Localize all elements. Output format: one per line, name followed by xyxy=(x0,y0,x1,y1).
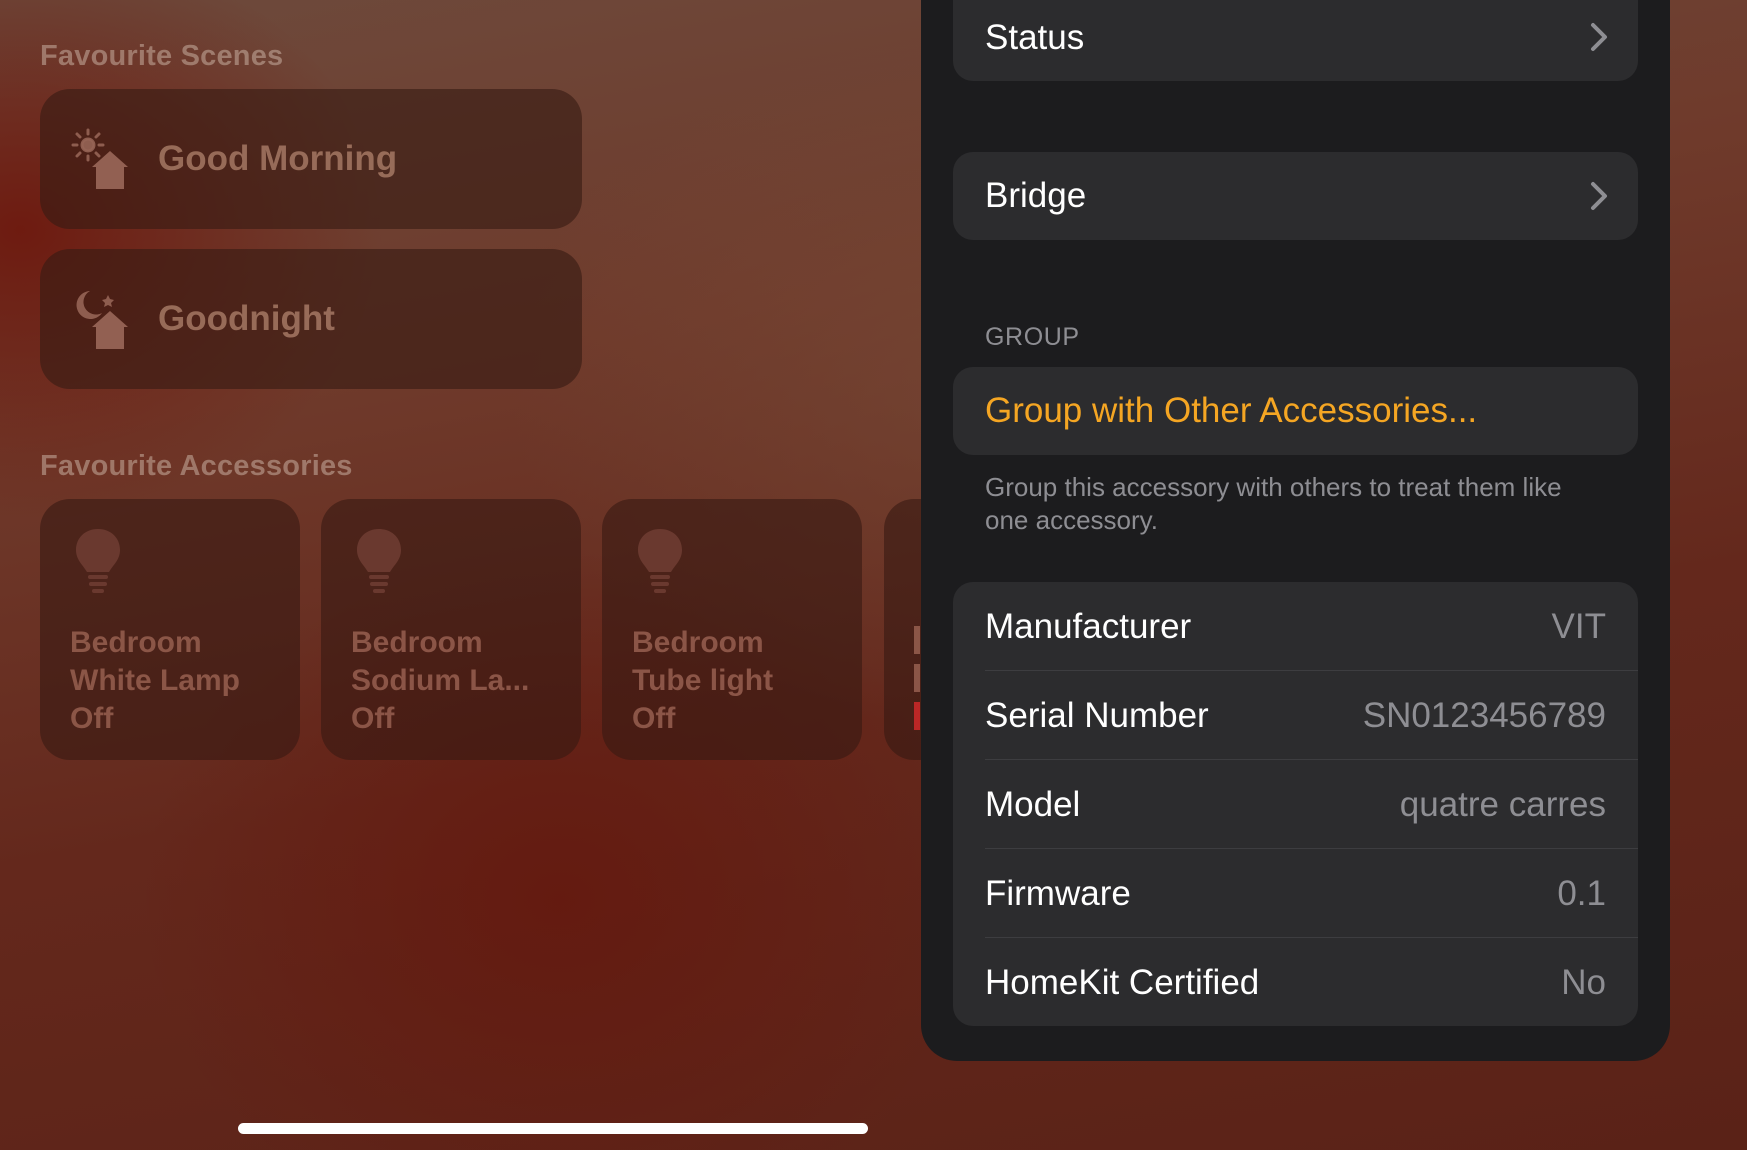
bridge-row[interactable]: Bridge xyxy=(953,152,1638,240)
info-key: Model xyxy=(985,785,1081,824)
scene-tile-goodnight[interactable]: Goodnight xyxy=(40,249,582,389)
home-indicator[interactable] xyxy=(238,1123,868,1134)
accessory-name-line2: Sodium La... xyxy=(351,664,530,697)
accessory-name-line2: White Lamp xyxy=(70,664,240,697)
accessory-status: Off xyxy=(70,702,114,735)
info-row-homekit-certified: HomeKit Certified No xyxy=(953,938,1638,1026)
accessory-status: Off xyxy=(632,702,676,735)
status-row[interactable]: Status xyxy=(953,0,1638,81)
lightbulb-icon xyxy=(638,529,682,593)
accessory-partial-status xyxy=(914,702,920,730)
chevron-right-icon xyxy=(1591,23,1607,51)
info-value: 0.1 xyxy=(1557,874,1606,913)
favourite-accessories-title: Favourite Accessories xyxy=(40,450,353,482)
accessory-tile-bedroom-white-lamp[interactable]: Bedroom White Lamp Off xyxy=(40,499,300,760)
scene-label: Goodnight xyxy=(158,299,335,338)
accessory-tile-bedroom-sodium-lamp[interactable]: Bedroom Sodium La... Off xyxy=(321,499,581,760)
scene-label: Good Morning xyxy=(158,139,398,178)
bridge-label: Bridge xyxy=(985,176,1087,215)
info-key: Firmware xyxy=(985,874,1131,913)
info-row-serial-number: Serial Number SN0123456789 xyxy=(953,671,1638,760)
group-with-other-accessories-button[interactable]: Group with Other Accessories... xyxy=(953,367,1638,455)
favourite-scenes-title: Favourite Scenes xyxy=(40,40,284,72)
accessory-name-line1: Bedroom xyxy=(632,626,764,659)
accessory-name-line2: Tube light xyxy=(632,664,774,697)
group-action-label: Group with Other Accessories... xyxy=(985,391,1478,430)
accessory-status: Off xyxy=(351,702,395,735)
info-key: HomeKit Certified xyxy=(985,963,1260,1002)
info-key: Manufacturer xyxy=(985,607,1192,646)
accessory-name-line1: Bedroom xyxy=(70,626,202,659)
info-row-model: Model quatre carres xyxy=(953,760,1638,849)
accessory-name-line1: Bedroom xyxy=(351,626,483,659)
info-value: SN0123456789 xyxy=(1362,696,1606,735)
info-value: VIT xyxy=(1551,607,1606,646)
lightbulb-icon xyxy=(76,529,120,593)
accessory-tile-bedroom-tube-light[interactable]: Bedroom Tube light Off xyxy=(602,499,862,760)
scene-tile-good-morning[interactable]: Good Morning xyxy=(40,89,582,229)
info-value: quatre carres xyxy=(1399,785,1606,824)
group-section-header: GROUP xyxy=(985,323,1080,351)
accessory-partial-text xyxy=(914,664,920,692)
chevron-right-icon xyxy=(1591,182,1607,210)
info-key: Serial Number xyxy=(985,696,1209,735)
accessory-info-card: Manufacturer VIT Serial Number SN0123456… xyxy=(953,582,1638,1026)
status-label: Status xyxy=(985,18,1085,57)
info-row-manufacturer: Manufacturer VIT xyxy=(953,582,1638,671)
lightbulb-icon xyxy=(357,529,401,593)
info-row-firmware: Firmware 0.1 xyxy=(953,849,1638,938)
sun-house-icon xyxy=(71,128,128,189)
accessory-partial-text xyxy=(914,626,920,654)
moon-house-icon xyxy=(76,291,128,349)
group-footnote: Group this accessory with others to trea… xyxy=(985,472,1562,535)
accessory-settings-sheet: Status Bridge GROUP Group with Other Acc… xyxy=(921,0,1670,1061)
info-value: No xyxy=(1561,963,1606,1002)
